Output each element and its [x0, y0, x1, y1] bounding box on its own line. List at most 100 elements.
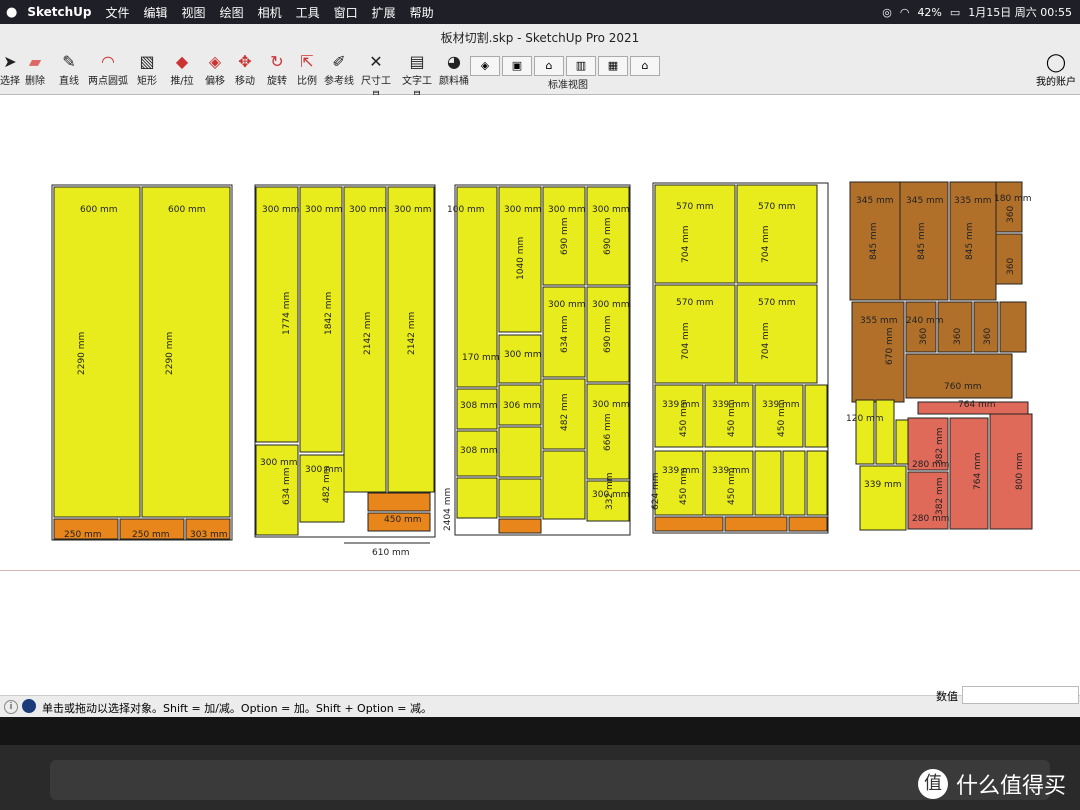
panel[interactable] — [141, 186, 231, 518]
menu-file[interactable]: 文件 — [106, 4, 130, 21]
window-titlebar: 板材切割.skp - SketchUp Pro 2021 — [0, 24, 1080, 51]
status-bar: i 单击或拖动以选择对象。Shift = 加/减。Option = 加。Shif… — [0, 695, 1080, 718]
apple-icon[interactable]: ● — [6, 5, 17, 20]
tool-eraser[interactable]: ▰ 删除 — [22, 52, 48, 87]
info-icon[interactable]: i — [4, 700, 18, 714]
drawing-canvas[interactable]: .y{fill:#e8ec1c;stroke:#222;stroke-width… — [0, 95, 1080, 695]
battery-percent[interactable]: 42% — [917, 6, 941, 19]
tool-select[interactable]: ➤ 选择 — [0, 52, 20, 87]
menu-edit[interactable]: 编辑 — [144, 4, 168, 21]
board-5[interactable]: 345 mm 345 mm 335 mm 180 mm 845 mm 845 m… — [846, 181, 1033, 531]
dim-label: 704 mm — [681, 322, 691, 360]
account-label: 我的账户 — [1036, 77, 1076, 88]
dim-label: 704 mm — [681, 225, 691, 263]
dim-label: 450 mm — [679, 467, 689, 505]
board-3[interactable]: 300 mm 300 mm 300 mm 1040 mm 690 mm 690 … — [443, 184, 631, 536]
view-back-icon[interactable]: ▦ — [598, 56, 628, 76]
panel[interactable] — [875, 399, 895, 465]
menu-window[interactable]: 窗口 — [334, 4, 358, 21]
dim-label: 360 — [919, 328, 929, 345]
dim-label: 339 mm — [864, 480, 902, 490]
panel[interactable] — [53, 186, 141, 518]
view-right-icon[interactable]: ▥ — [566, 56, 596, 76]
board-4[interactable]: 570 mm 570 mm 704 mm 704 mm 570 mm 570 m… — [651, 182, 829, 534]
dim-label: 250 mm — [132, 530, 170, 540]
clock[interactable]: 1月15日 周六 00:55 — [968, 4, 1072, 20]
panel[interactable] — [654, 516, 724, 532]
panel[interactable] — [999, 301, 1027, 353]
panel[interactable] — [498, 518, 542, 534]
panel[interactable] — [736, 184, 818, 284]
panel[interactable] — [456, 477, 498, 519]
eraser-icon: ▰ — [28, 52, 42, 71]
dim-label: 482 mm — [560, 393, 570, 431]
panel[interactable] — [542, 450, 586, 520]
panel[interactable] — [788, 516, 828, 532]
panel[interactable] — [782, 450, 806, 516]
panel[interactable] — [855, 399, 875, 465]
dim-label: 764 mm — [973, 452, 983, 490]
tool-paint[interactable]: ◕ 颜料桶 — [438, 52, 470, 87]
panel[interactable] — [804, 384, 828, 448]
laptop-hinge — [50, 760, 1050, 800]
dim-label: 335 mm — [954, 196, 992, 206]
dim-label: 450 mm — [727, 399, 737, 437]
view-top-icon[interactable]: ▣ — [502, 56, 532, 76]
panel[interactable] — [367, 492, 431, 512]
tool-rotate[interactable]: ↻ 旋转 — [264, 52, 290, 87]
dim-label: 2142 mm — [363, 312, 373, 355]
tool-line[interactable]: ✎ 直线 — [56, 52, 82, 87]
panel[interactable] — [989, 413, 1033, 530]
dim-label: 306 mm — [503, 401, 541, 411]
dim-label: 845 mm — [869, 222, 879, 260]
screen-bottom-edge — [0, 717, 1080, 745]
board-2[interactable]: 300 mm 300 mm 300 mm 300 mm 1774 mm 1842… — [254, 184, 436, 558]
tool-label: 颜料桶 — [439, 76, 469, 87]
board-1[interactable]: 600 mm 600 mm 2290 mm 2290 mm 250 mm 250… — [51, 184, 233, 541]
menu-camera[interactable]: 相机 — [258, 4, 282, 21]
tape-icon: ✐ — [332, 52, 346, 71]
view-front-icon[interactable]: ⌂ — [534, 56, 564, 76]
menu-tools[interactable]: 工具 — [296, 4, 320, 21]
panel[interactable] — [806, 450, 828, 516]
dim-label: 634 mm — [560, 315, 570, 353]
instructor-icon[interactable] — [22, 699, 36, 713]
panel[interactable] — [498, 478, 542, 518]
panel[interactable] — [498, 426, 542, 478]
panel[interactable] — [754, 450, 782, 516]
panel[interactable] — [859, 465, 907, 531]
tool-scale[interactable]: ⇱ 比例 — [296, 52, 318, 87]
view-iso-icon[interactable]: ◈ — [470, 56, 500, 76]
tool-label: 直线 — [59, 76, 79, 87]
menu-draw[interactable]: 绘图 — [220, 4, 244, 21]
battery-icon[interactable]: ▭ — [950, 6, 960, 19]
tool-pushpull[interactable]: ◆ 推/拉 — [168, 52, 196, 87]
menu-extensions[interactable]: 扩展 — [372, 4, 396, 21]
view-left-icon[interactable]: ⌂ — [630, 56, 660, 76]
menu-view[interactable]: 视图 — [182, 4, 206, 21]
wechat-icon[interactable]: ◎ — [882, 6, 892, 19]
panel[interactable] — [724, 516, 788, 532]
dim-label: 300 mm — [394, 205, 432, 215]
panel[interactable] — [654, 184, 736, 284]
wifi-icon[interactable]: ◠ — [900, 6, 910, 19]
tool-tape[interactable]: ✐ 参考线 — [324, 52, 354, 87]
tool-rectangle[interactable]: ▧ 矩形 — [134, 52, 160, 87]
measurements-input[interactable] — [962, 686, 1079, 704]
account-button[interactable]: ◯ 我的账户 — [1036, 52, 1076, 88]
app-menu[interactable]: SketchUp — [27, 5, 91, 19]
dim-label: 570 mm — [676, 202, 714, 212]
dim-label: 303 mm — [190, 530, 228, 540]
panel[interactable] — [299, 186, 343, 453]
dim-label: 300 mm — [349, 205, 387, 215]
tool-arc[interactable]: ◠ 两点圆弧 — [88, 52, 128, 87]
panel[interactable] — [895, 419, 909, 465]
dim-label: 300 mm — [260, 458, 298, 468]
tool-offset[interactable]: ◈ 偏移 — [202, 52, 228, 87]
tool-label: 选择 — [0, 76, 20, 87]
tool-label: 比例 — [297, 76, 317, 87]
tool-move[interactable]: ✥ 移动 — [232, 52, 258, 87]
dim-label: 345 mm — [856, 196, 894, 206]
dim-label: 450 mm — [384, 515, 422, 525]
menu-help[interactable]: 帮助 — [410, 4, 434, 21]
